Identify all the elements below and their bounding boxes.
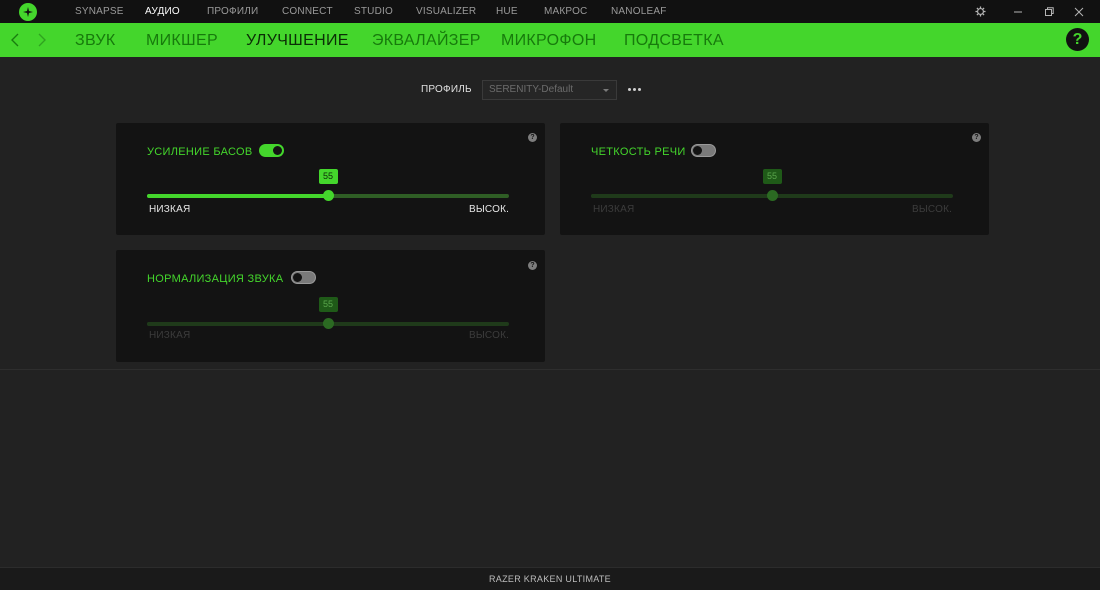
top-nav-visualizer[interactable]: VISUALIZER xyxy=(416,0,476,23)
device-footer: RAZER KRAKEN ULTIMATE xyxy=(0,567,1100,590)
bass-boost-toggle[interactable] xyxy=(259,144,284,157)
tab-mixer[interactable]: МИКШЕР xyxy=(146,23,218,57)
sound-normalization-value: 55 xyxy=(318,297,338,312)
speech-clarity-value: 55 xyxy=(762,169,782,184)
sound-normalization-title: НОРМАЛИЗАЦИЯ ЗВУКА xyxy=(147,273,284,285)
more-options-icon[interactable] xyxy=(628,83,642,95)
speech-clarity-panel: ЧЕТКОСТЬ РЕЧИ ? 55 НИЗКАЯ ВЫСОК. xyxy=(560,123,989,235)
close-icon[interactable] xyxy=(1069,0,1089,23)
top-nav-studio[interactable]: STUDIO xyxy=(354,0,393,23)
speech-clarity-slider-thumb[interactable] xyxy=(766,190,778,201)
sound-normalization-panel: НОРМАЛИЗАЦИЯ ЗВУКА ? 55 НИЗКАЯ ВЫСОК. xyxy=(116,250,545,362)
help-icon[interactable]: ? xyxy=(1066,28,1089,51)
settings-gear-icon[interactable] xyxy=(970,0,990,23)
back-arrow-icon[interactable] xyxy=(8,31,22,49)
top-nav-nanoleaf[interactable]: NANOLEAF xyxy=(611,0,667,23)
top-bar: SYNAPSE АУДИО ПРОФИЛИ CONNECT STUDIO VIS… xyxy=(0,0,1100,23)
top-nav-synapse[interactable]: SYNAPSE xyxy=(75,0,124,23)
top-nav-audio[interactable]: АУДИО xyxy=(145,0,180,23)
sub-nav-bar: ЗВУК МИКШЕР УЛУЧШЕНИЕ ЭКВАЛАЙЗЕР МИКРОФО… xyxy=(0,23,1100,57)
sound-normalization-high-label: ВЫСОК. xyxy=(469,330,510,341)
device-name: RAZER KRAKEN ULTIMATE xyxy=(489,574,611,584)
speech-clarity-toggle[interactable] xyxy=(691,144,716,157)
bass-boost-help-icon[interactable]: ? xyxy=(528,133,537,142)
tab-equalizer[interactable]: ЭКВАЛАЙЗЕР xyxy=(372,23,481,57)
sound-normalization-toggle[interactable] xyxy=(291,271,316,284)
chevron-down-icon xyxy=(603,89,609,92)
restore-icon[interactable] xyxy=(1039,0,1059,23)
top-nav-connect[interactable]: CONNECT xyxy=(282,0,333,23)
speech-clarity-low-label: НИЗКАЯ xyxy=(593,204,635,215)
bass-boost-value: 55 xyxy=(318,169,338,184)
top-nav-hue[interactable]: HUE xyxy=(496,0,518,23)
forward-arrow-icon[interactable] xyxy=(35,31,49,49)
profile-label: ПРОФИЛЬ xyxy=(421,84,472,95)
speech-clarity-high-label: ВЫСОК. xyxy=(912,204,953,215)
top-nav-macros[interactable]: МАКРОС xyxy=(544,0,587,23)
minimize-icon[interactable] xyxy=(1008,0,1028,23)
bass-boost-panel: УСИЛЕНИЕ БАСОВ ? 55 НИЗКАЯ ВЫСОК. xyxy=(116,123,545,235)
tab-sound[interactable]: ЗВУК xyxy=(75,23,116,57)
top-nav-profiles[interactable]: ПРОФИЛИ xyxy=(207,0,258,23)
speech-clarity-title: ЧЕТКОСТЬ РЕЧИ xyxy=(591,146,686,158)
tab-microphone[interactable]: МИКРОФОН xyxy=(501,23,596,57)
speech-clarity-help-icon[interactable]: ? xyxy=(972,133,981,142)
razer-logo-icon[interactable] xyxy=(19,3,37,21)
tab-enhancement[interactable]: УЛУЧШЕНИЕ xyxy=(246,23,349,57)
content-divider xyxy=(0,369,1100,370)
profile-dropdown[interactable]: SERENITY-Default xyxy=(482,80,617,100)
profile-dropdown-value: SERENITY-Default xyxy=(489,84,574,95)
tab-lighting[interactable]: ПОДСВЕТКА xyxy=(624,23,724,57)
sound-normalization-help-icon[interactable]: ? xyxy=(528,261,537,270)
bass-boost-title: УСИЛЕНИЕ БАСОВ xyxy=(147,146,253,158)
sound-normalization-slider-thumb[interactable] xyxy=(322,318,334,329)
bass-boost-low-label: НИЗКАЯ xyxy=(149,204,191,215)
bass-boost-slider-thumb[interactable] xyxy=(322,190,334,201)
sound-normalization-low-label: НИЗКАЯ xyxy=(149,330,191,341)
bass-boost-high-label: ВЫСОК. xyxy=(469,204,510,215)
